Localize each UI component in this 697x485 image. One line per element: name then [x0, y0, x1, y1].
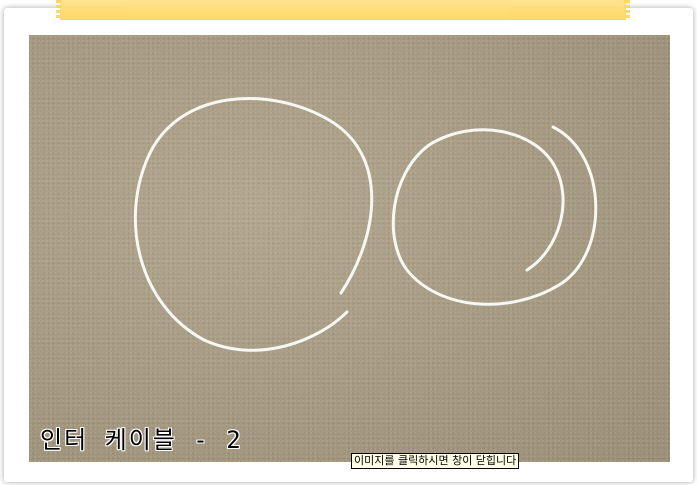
large-cable-loop: [133, 97, 374, 352]
photo-image[interactable]: [29, 35, 670, 462]
image-popup-window: 인터 케이블 - 2 이미지를 클릭하시면 창이 닫힙니다: [0, 0, 697, 485]
close-window-hint[interactable]: 이미지를 클릭하시면 창이 닫힙니다: [351, 453, 520, 469]
cable-photo-graphic: [133, 97, 598, 352]
tape-strip: [56, 0, 630, 20]
photo-caption: 인터 케이블 - 2: [40, 426, 243, 454]
small-cable-spiral: [391, 125, 598, 306]
